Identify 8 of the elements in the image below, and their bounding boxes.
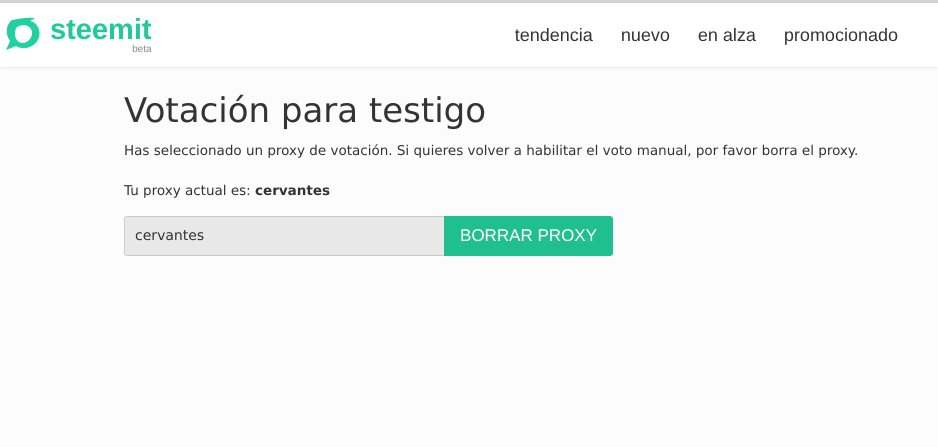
notice-text: Has seleccionado un proxy de votación. Si quieres volver a habilitar el voto manual, por favor borra el proxy. <box>124 143 860 159</box>
nav-link[interactable]: promocionado <box>784 24 898 46</box>
nav-link[interactable]: en alza <box>698 24 756 46</box>
nav-link[interactable]: nuevo <box>620 24 670 46</box>
page-title: Votación para testigo <box>124 91 488 131</box>
current-proxy-text: Tu proxy actual es: cervantes <box>124 183 332 199</box>
nav-link[interactable]: tendencia <box>514 24 593 46</box>
beta-label: beta <box>132 44 152 54</box>
